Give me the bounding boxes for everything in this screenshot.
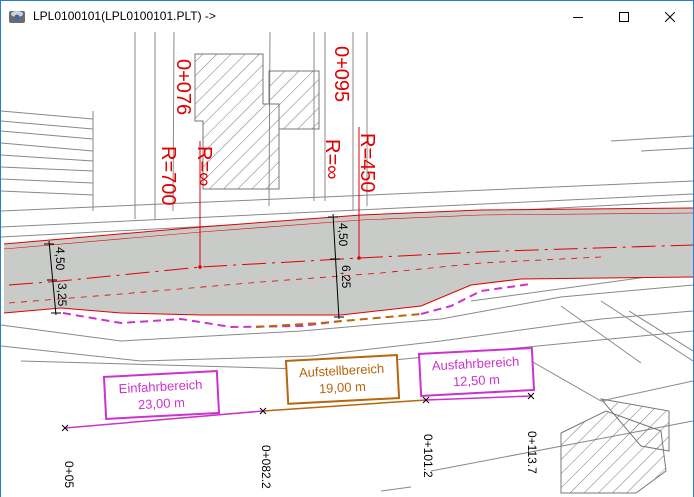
zone-length-entry: 23,00 m (138, 395, 186, 412)
axis-label-1: 0+05 (62, 461, 76, 488)
station-radius-1: R=∞ (193, 146, 215, 186)
plan-drawing: 0+076 R=∞ R=700 0+095 R=∞ R=450 4,50 3,2… (1, 32, 693, 494)
zone-length-exit: 12,50 m (453, 372, 501, 389)
zone-length-storage: 19,00 m (319, 379, 367, 396)
close-icon (665, 11, 675, 22)
app-icon (8, 8, 26, 26)
close-button[interactable] (647, 1, 693, 32)
minimize-icon (573, 16, 583, 18)
station-radius-2: R=∞ (321, 139, 343, 179)
maximize-button[interactable] (601, 1, 647, 32)
zone-label-entry: Einfahrbereich 23,00 m (102, 369, 221, 420)
station-label-2: 0+095 (330, 46, 352, 102)
axis-label-3: 0+101.2 (421, 434, 435, 478)
zone-label-storage: Aufstellbereich 19,00 m (284, 354, 401, 405)
zone-label-exit: Ausfahrbereich 12,50 m (417, 346, 536, 397)
station-label-1: 0+076 (172, 59, 194, 115)
maximize-icon (619, 11, 629, 22)
station-radius2-1: R=700 (157, 146, 179, 206)
window-title: LPL0100101(LPL0100101.PLT) -> (33, 9, 216, 23)
plot-window: LPL0100101(LPL0100101.PLT) -> 0+076 R=∞ … (0, 0, 694, 497)
width-label-4: 6,25 (339, 265, 353, 289)
station-radius2-2: R=450 (356, 133, 378, 193)
width-label-2: 3,25 (55, 283, 69, 307)
drawing-canvas[interactable]: 0+076 R=∞ R=700 0+095 R=∞ R=450 4,50 3,2… (1, 32, 693, 497)
axis-label-4: 0+113.7 (525, 431, 539, 474)
minimize-button[interactable] (555, 1, 601, 32)
width-label-1: 4,50 (53, 247, 67, 271)
title-bar[interactable]: LPL0100101(LPL0100101.PLT) -> (1, 1, 693, 32)
width-label-3: 4,50 (336, 223, 350, 247)
axis-label-2: 0+082.2 (259, 445, 273, 489)
